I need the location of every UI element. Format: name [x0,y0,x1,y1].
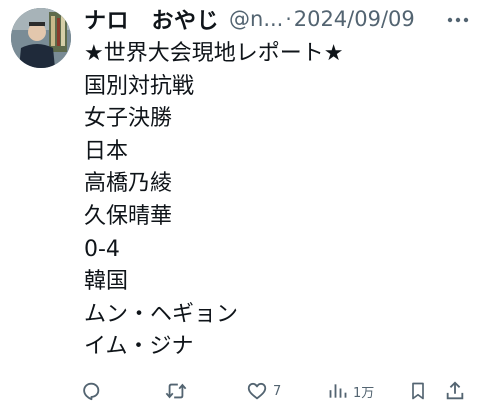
avatar[interactable] [11,8,71,68]
display-name[interactable]: ナロ おやじ [84,3,219,35]
reply-icon [83,382,100,401]
bookmark-button[interactable] [408,378,428,404]
share-icon [446,381,464,400]
like-count: 7 [273,383,282,399]
tweet-line: ムン・ヘギョン [84,301,239,327]
bookmark-icon [412,382,424,400]
tweet-line: 国別対抗戦 [84,73,195,99]
views-count: 1万 [353,385,375,401]
tweet-line: ★世界大会現地レポート★ [84,41,344,66]
tweet-line: 久保晴華 [84,203,173,229]
tweet-header: ナロ おやじ @n... · 2024/09/09 [84,4,470,34]
user-handle[interactable]: @n... [229,7,283,31]
tweet-line: 0-4 [84,236,120,262]
more-options-button[interactable] [446,8,470,32]
tweet-line: 高橋乃綾 [84,171,173,197]
views-button[interactable]: 1万 [328,378,374,404]
like-button[interactable]: 7 [246,378,281,404]
share-button[interactable] [444,378,466,404]
views-icon [329,384,347,398]
reply-button[interactable] [80,378,107,404]
heart-icon [247,382,267,400]
action-bar: 7 1万 [80,378,468,406]
tweet-line: 女子決勝 [84,106,173,132]
separator-dot: · [285,7,292,31]
retweet-button[interactable] [164,378,193,404]
tweet-line: 韓国 [84,269,129,295]
more-icon [447,17,469,23]
tweet-line: イム・ジナ [84,334,194,360]
retweet-icon [165,383,187,399]
tweet-line: 日本 [84,138,129,164]
avatar-image [11,8,71,68]
tweet-text: ★世界大会現地レポート★ 国別対抗戦 女子決勝 日本 高橋乃綾 久保晴華 0-4… [84,38,343,364]
tweet-date[interactable]: 2024/09/09 [294,7,415,31]
